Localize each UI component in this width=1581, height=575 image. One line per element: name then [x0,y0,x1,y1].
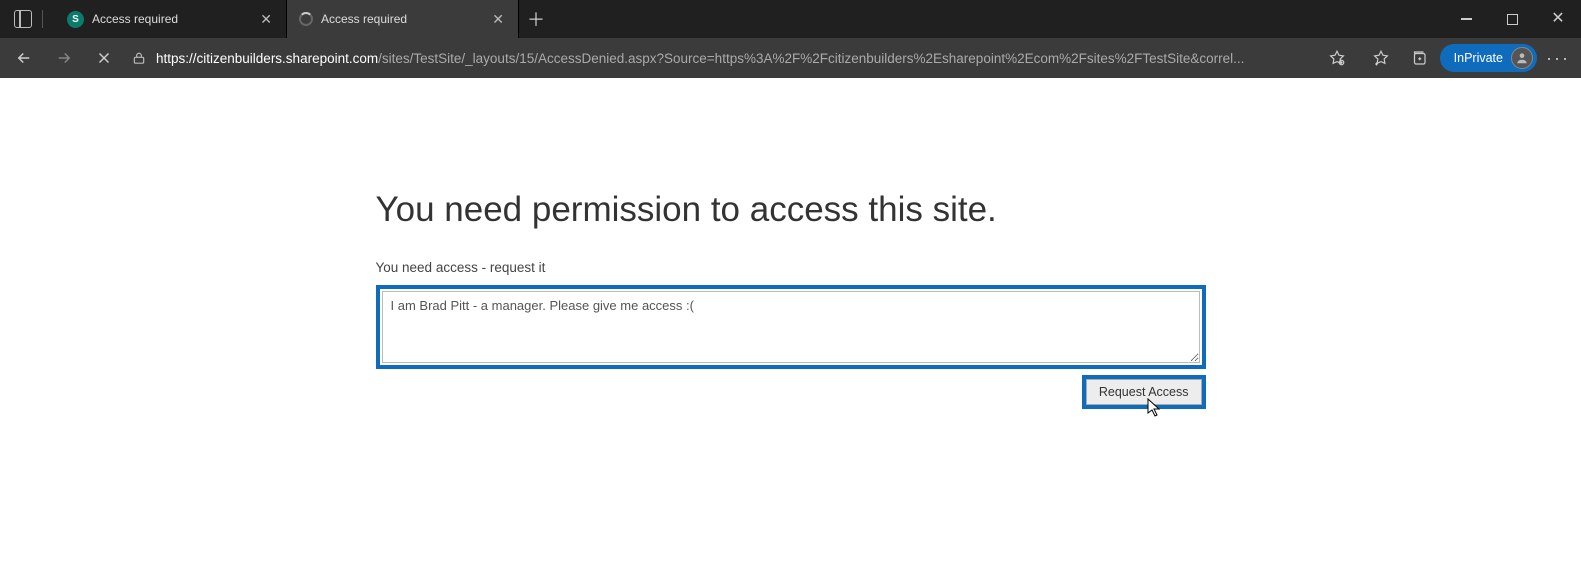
page-viewport: You need permission to access this site.… [0,78,1581,575]
collections-icon[interactable] [1402,42,1436,74]
maximize-button[interactable] [1489,0,1535,38]
divider [42,10,43,28]
profile-avatar-icon [1511,47,1533,69]
tab-title: Access required [321,12,482,26]
sharepoint-favicon-icon: S [67,11,84,28]
minimize-button[interactable] [1443,0,1489,38]
favorites-hub-icon[interactable] [1364,42,1398,74]
address-bar[interactable]: https://citizenbuilders.sharepoint.com/s… [126,43,1360,73]
inprivate-label: InPrivate [1454,51,1503,65]
stop-reload-button[interactable] [86,42,122,74]
page-subtext: You need access - request it [376,260,1206,275]
forward-button[interactable] [46,42,82,74]
browser-tab-1[interactable]: S Access required ✕ [55,0,287,38]
close-tab-icon[interactable]: ✕ [258,10,274,28]
request-access-button[interactable]: Request Access [1086,379,1202,405]
tab-title: Access required [92,12,250,26]
url-text: https://citizenbuilders.sharepoint.com/s… [156,51,1310,66]
loading-spinner-icon [299,12,313,26]
close-tab-icon[interactable]: ✕ [490,10,506,28]
access-request-message-input[interactable] [382,291,1200,363]
more-dots-icon: ··· [1546,48,1570,69]
settings-more-button[interactable]: ··· [1541,42,1575,74]
site-info-icon[interactable] [132,51,146,65]
new-tab-button[interactable]: ＋ [519,0,553,38]
close-window-button[interactable]: ✕ [1535,0,1581,38]
button-highlight: Request Access [1082,375,1206,409]
tab-strip: S Access required ✕ Access required ✕ ＋ [55,0,553,38]
message-highlight [376,285,1206,369]
inprivate-badge[interactable]: InPrivate [1440,44,1537,72]
browser-tab-2[interactable]: Access required ✕ [287,0,519,38]
browser-toolbar: https://citizenbuilders.sharepoint.com/s… [0,38,1581,78]
favorite-star-icon[interactable] [1320,43,1354,73]
tab-actions-icon[interactable] [14,10,32,28]
back-button[interactable] [6,42,42,74]
window-titlebar: S Access required ✕ Access required ✕ ＋ … [0,0,1581,38]
page-heading: You need permission to access this site. [376,190,1206,230]
